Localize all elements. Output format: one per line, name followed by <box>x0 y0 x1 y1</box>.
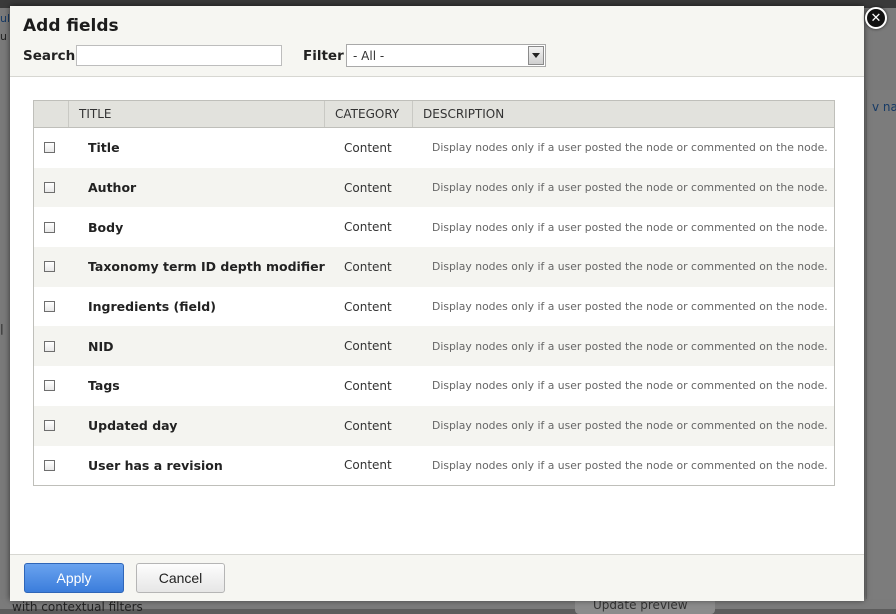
header-select-column <box>34 101 68 127</box>
row-checkbox[interactable] <box>44 142 55 154</box>
search-label: Search <box>23 48 76 64</box>
field-title: Tags <box>88 378 120 394</box>
field-category: Content <box>344 180 392 195</box>
table-row: Ingredients (field) Content Display node… <box>34 286 834 327</box>
field-description: Display nodes only if a user posted the … <box>432 141 828 155</box>
background-left-marker: | <box>0 322 4 335</box>
background-bottom-text: with contextual filters <box>12 600 143 614</box>
header-description: DESCRIPTION <box>412 101 834 127</box>
row-checkbox[interactable] <box>44 459 55 471</box>
fields-table: TITLE CATEGORY DESCRIPTION Title Content… <box>33 100 835 487</box>
table-row: Title Content Display nodes only if a us… <box>34 128 834 168</box>
dialog-title: Add fields <box>23 16 119 36</box>
header-title: TITLE <box>68 101 324 127</box>
row-checkbox[interactable] <box>44 182 55 194</box>
search-input[interactable] <box>76 45 282 66</box>
table-row: NID Content Display nodes only if a user… <box>34 326 834 367</box>
close-icon[interactable]: ✕ <box>865 7 887 29</box>
background-right-panel <box>866 90 896 605</box>
table-row: Body Content Display nodes only if a use… <box>34 207 834 248</box>
dialog-header: Add fields Search Filter - All - <box>10 6 864 77</box>
row-checkbox[interactable] <box>44 380 55 392</box>
field-description: Display nodes only if a user posted the … <box>432 419 828 433</box>
field-description: Display nodes only if a user posted the … <box>432 379 828 393</box>
background-right-link: v nam <box>872 100 896 114</box>
filter-label: Filter <box>303 48 344 64</box>
row-checkbox[interactable] <box>44 261 55 273</box>
row-checkbox[interactable] <box>44 340 55 352</box>
filter-selected-value: - All - <box>353 49 385 63</box>
field-title: Author <box>88 180 137 196</box>
field-category: Content <box>344 339 392 354</box>
table-row: Tags Content Display nodes only if a use… <box>34 366 834 406</box>
table-row: Author Content Display nodes only if a u… <box>34 167 834 208</box>
field-title: NID <box>88 338 114 354</box>
field-category: Content <box>344 259 392 274</box>
apply-button[interactable]: Apply <box>24 563 124 593</box>
field-title: Taxonomy term ID depth modifier <box>88 259 325 275</box>
field-title: Ingredients (field) <box>88 299 216 315</box>
background-left-text: u <box>0 30 7 43</box>
filter-select[interactable]: - All - <box>346 44 546 67</box>
field-description: Display nodes only if a user posted the … <box>432 458 828 472</box>
field-category: Content <box>344 140 392 155</box>
table-row: Updated day Content Display nodes only i… <box>34 405 834 446</box>
table-body: Title Content Display nodes only if a us… <box>34 128 834 486</box>
background-left-link: ul <box>0 12 11 25</box>
field-description: Display nodes only if a user posted the … <box>432 181 828 195</box>
row-checkbox[interactable] <box>44 221 55 233</box>
field-title: User has a revision <box>88 457 223 473</box>
field-title: Title <box>88 140 120 156</box>
field-category: Content <box>344 299 392 314</box>
table-row: User has a revision Content Display node… <box>34 445 834 486</box>
cancel-button[interactable]: Cancel <box>136 563 225 593</box>
field-title: Updated day <box>88 418 178 434</box>
dropdown-arrow-icon[interactable] <box>528 46 544 65</box>
field-description: Display nodes only if a user posted the … <box>432 260 828 274</box>
row-checkbox[interactable] <box>44 420 55 432</box>
field-description: Display nodes only if a user posted the … <box>432 220 828 234</box>
table-header: TITLE CATEGORY DESCRIPTION <box>34 101 834 128</box>
field-description: Display nodes only if a user posted the … <box>432 339 828 353</box>
field-category: Content <box>344 458 392 473</box>
table-row: Taxonomy term ID depth modifier Content … <box>34 247 834 287</box>
field-category: Content <box>344 418 392 433</box>
add-fields-dialog: Add fields Search Filter - All - TITLE C… <box>10 6 864 601</box>
field-category: Content <box>344 378 392 393</box>
field-description: Display nodes only if a user posted the … <box>432 300 828 314</box>
field-category: Content <box>344 220 392 235</box>
field-title: Body <box>88 219 124 235</box>
header-category: CATEGORY <box>324 101 412 127</box>
dialog-footer: Apply Cancel <box>10 554 864 601</box>
row-checkbox[interactable] <box>44 301 55 313</box>
